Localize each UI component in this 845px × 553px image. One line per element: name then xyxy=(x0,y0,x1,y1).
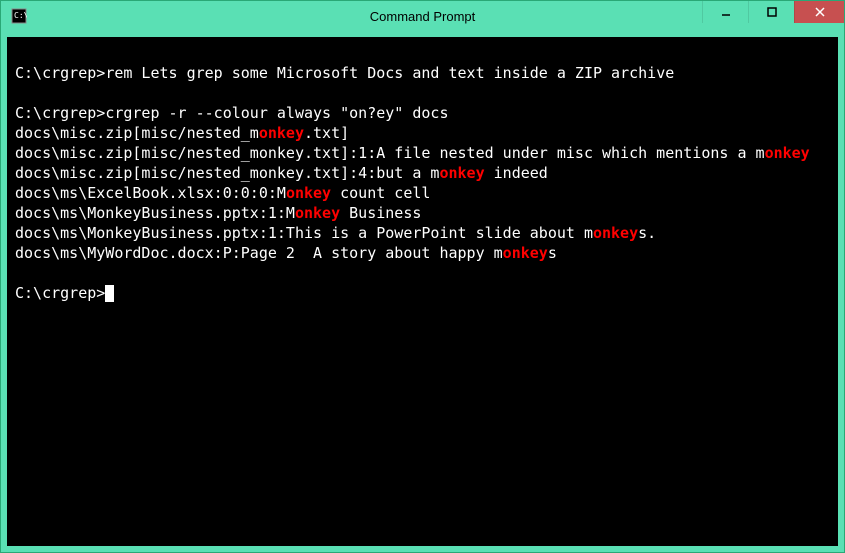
output-line: docs\ms\MonkeyBusiness.pptx:1:Monkey Bus… xyxy=(15,203,830,223)
text: s xyxy=(548,244,557,262)
command-text: rem Lets grep some Microsoft Docs and te… xyxy=(105,64,674,82)
empty-line xyxy=(15,263,830,283)
highlighted-match: onkey xyxy=(593,224,638,242)
svg-text:C:\: C:\ xyxy=(14,11,27,20)
output-line: docs\ms\ExcelBook.xlsx:0:0:0:Monkey coun… xyxy=(15,183,830,203)
output-line: docs\misc.zip[misc/nested_monkey.txt]:1:… xyxy=(15,143,830,163)
terminal[interactable]: C:\crgrep>rem Lets grep some Microsoft D… xyxy=(7,37,838,546)
close-button[interactable] xyxy=(794,1,844,23)
output-line: docs\misc.zip[misc/nested_monkey.txt] xyxy=(15,123,830,143)
highlighted-match: onkey xyxy=(765,144,810,162)
highlighted-match: onkey xyxy=(286,184,331,202)
titlebar: C:\ Command Prompt xyxy=(1,1,844,31)
terminal-container: C:\crgrep>rem Lets grep some Microsoft D… xyxy=(1,31,844,552)
output-line: docs\misc.zip[misc/nested_monkey.txt]:4:… xyxy=(15,163,830,183)
command-text: crgrep -r --colour always "on?ey" docs xyxy=(105,104,448,122)
text: docs\ms\MonkeyBusiness.pptx:1:M xyxy=(15,204,295,222)
command-line: C:\crgrep>rem Lets grep some Microsoft D… xyxy=(15,63,830,83)
highlighted-match: onkey xyxy=(259,124,304,142)
text: count cell xyxy=(331,184,430,202)
output-line: docs\ms\MyWordDoc.docx:P:Page 2 A story … xyxy=(15,243,830,263)
text: indeed xyxy=(485,164,548,182)
output-line: docs\ms\MonkeyBusiness.pptx:1:This is a … xyxy=(15,223,830,243)
text: s. xyxy=(638,224,656,242)
maximize-button[interactable] xyxy=(748,1,794,23)
text: .txt] xyxy=(304,124,349,142)
prompt: C:\crgrep> xyxy=(15,64,105,82)
empty-line xyxy=(15,43,830,63)
text: docs\misc.zip[misc/nested_monkey.txt]:1:… xyxy=(15,144,765,162)
command-line: C:\crgrep>crgrep -r --colour always "on?… xyxy=(15,103,830,123)
prompt-line: C:\crgrep> xyxy=(15,283,830,303)
command-prompt-window: C:\ Command Prompt C:\crgrep>rem Lets gr… xyxy=(0,0,845,553)
text: docs\ms\ExcelBook.xlsx:0:0:0:M xyxy=(15,184,286,202)
prompt: C:\crgrep> xyxy=(15,284,105,302)
app-icon: C:\ xyxy=(9,6,29,26)
minimize-button[interactable] xyxy=(702,1,748,23)
prompt: C:\crgrep> xyxy=(15,104,105,122)
window-title: Command Prompt xyxy=(370,9,475,24)
text: docs\misc.zip[misc/nested_m xyxy=(15,124,259,142)
text: docs\misc.zip[misc/nested_monkey.txt]:4:… xyxy=(15,164,439,182)
empty-line xyxy=(15,83,830,103)
highlighted-match: onkey xyxy=(295,204,340,222)
highlighted-match: onkey xyxy=(503,244,548,262)
text: Business xyxy=(340,204,421,222)
highlighted-match: onkey xyxy=(439,164,484,182)
cursor xyxy=(105,285,114,302)
window-controls xyxy=(702,1,844,31)
text: docs\ms\MyWordDoc.docx:P:Page 2 A story … xyxy=(15,244,503,262)
text: docs\ms\MonkeyBusiness.pptx:1:This is a … xyxy=(15,224,593,242)
